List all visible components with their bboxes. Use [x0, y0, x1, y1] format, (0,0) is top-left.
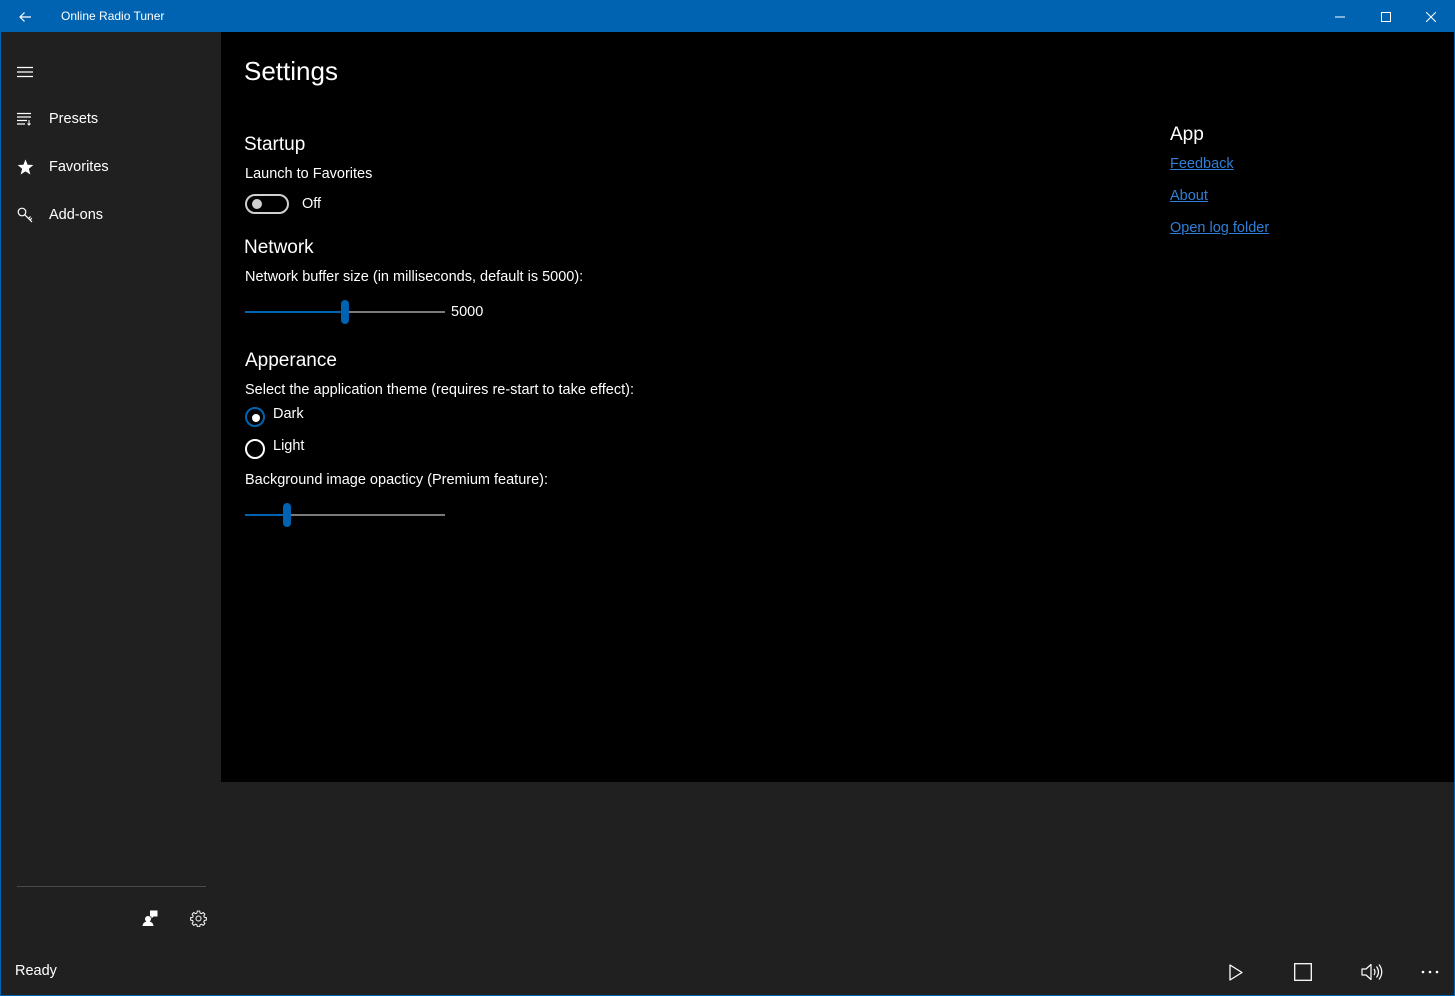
- open-log-folder-link[interactable]: Open log folder: [1170, 220, 1269, 236]
- nav-item-favorites[interactable]: Favorites: [1, 147, 221, 187]
- launch-to-favorites-toggle[interactable]: [245, 194, 289, 214]
- radio-label: Light: [273, 438, 305, 454]
- theme-light-radio[interactable]: Light: [245, 437, 445, 461]
- back-button[interactable]: [1, 1, 49, 32]
- nav-item-label: Presets: [49, 111, 99, 127]
- play-icon: [1229, 963, 1243, 981]
- back-arrow-icon: [19, 11, 31, 22]
- buffer-size-label: Network buffer size (in milliseconds, de…: [245, 269, 584, 285]
- nav-item-label: Add-ons: [49, 207, 104, 223]
- nav-divider: [17, 886, 206, 887]
- slider-thumb[interactable]: [283, 503, 291, 527]
- radio-circle: [245, 407, 265, 427]
- minimize-icon: [1335, 16, 1345, 17]
- page-title: Settings: [244, 56, 338, 86]
- feedback-button[interactable]: [136, 904, 164, 932]
- stop-button[interactable]: [1283, 956, 1323, 988]
- play-button[interactable]: [1216, 956, 1256, 988]
- minimize-button[interactable]: [1317, 1, 1363, 32]
- hamburger-icon: [17, 66, 33, 78]
- volume-icon: [1361, 963, 1383, 981]
- status-text: Ready: [15, 963, 57, 979]
- feedback-link[interactable]: Feedback: [1170, 156, 1234, 172]
- opacity-label: Background image opacticy (Premium featu…: [245, 472, 549, 488]
- list-icon: [15, 109, 35, 129]
- maximize-button[interactable]: [1363, 1, 1409, 32]
- title-bar: Online Radio Tuner: [1, 1, 1454, 32]
- volume-button[interactable]: [1352, 956, 1392, 988]
- theme-dark-radio[interactable]: Dark: [245, 405, 445, 429]
- slider-fill: [245, 514, 287, 516]
- feedback-person-icon: [142, 910, 158, 926]
- gear-icon: [189, 910, 207, 927]
- nav-item-presets[interactable]: Presets: [1, 99, 221, 139]
- nav-item-add-ons[interactable]: Add-ons: [1, 195, 221, 235]
- key-icon: [15, 205, 35, 225]
- theme-label: Select the application theme (requires r…: [245, 382, 635, 398]
- slider-fill: [245, 311, 345, 313]
- app-window: Online Radio Tuner Presets Favorites Add…: [0, 0, 1455, 996]
- nav-item-label: Favorites: [49, 159, 109, 175]
- close-button[interactable]: [1408, 1, 1454, 32]
- slider-thumb[interactable]: [341, 300, 349, 324]
- app-header: App: [1170, 124, 1204, 145]
- menu-toggle-button[interactable]: [1, 56, 49, 88]
- radio-circle: [245, 439, 265, 459]
- maximize-icon: [1381, 11, 1391, 22]
- more-icon: [1421, 970, 1439, 974]
- toggle-knob: [252, 199, 262, 209]
- settings-button[interactable]: [184, 904, 212, 932]
- appearance-header: Apperance: [245, 350, 337, 371]
- buffer-size-value: 5000: [451, 304, 484, 320]
- about-link[interactable]: About: [1170, 188, 1208, 204]
- star-icon: [15, 157, 35, 177]
- window-title: Online Radio Tuner: [61, 9, 165, 23]
- network-header: Network: [244, 237, 314, 258]
- buffer-size-slider[interactable]: [245, 300, 445, 324]
- toggle-state-label: Off: [302, 196, 322, 212]
- radio-dot: [252, 414, 260, 422]
- opacity-slider[interactable]: [245, 503, 445, 527]
- radio-label: Dark: [273, 406, 304, 422]
- more-button[interactable]: [1410, 956, 1450, 988]
- close-icon: [1426, 11, 1436, 22]
- settings-page: Settings Startup Launch to Favorites Off…: [221, 32, 1454, 782]
- navigation-pane: Presets Favorites Add-ons: [1, 32, 221, 962]
- launch-to-favorites-label: Launch to Favorites: [245, 166, 373, 182]
- stop-icon: [1294, 963, 1312, 981]
- startup-header: Startup: [244, 134, 306, 155]
